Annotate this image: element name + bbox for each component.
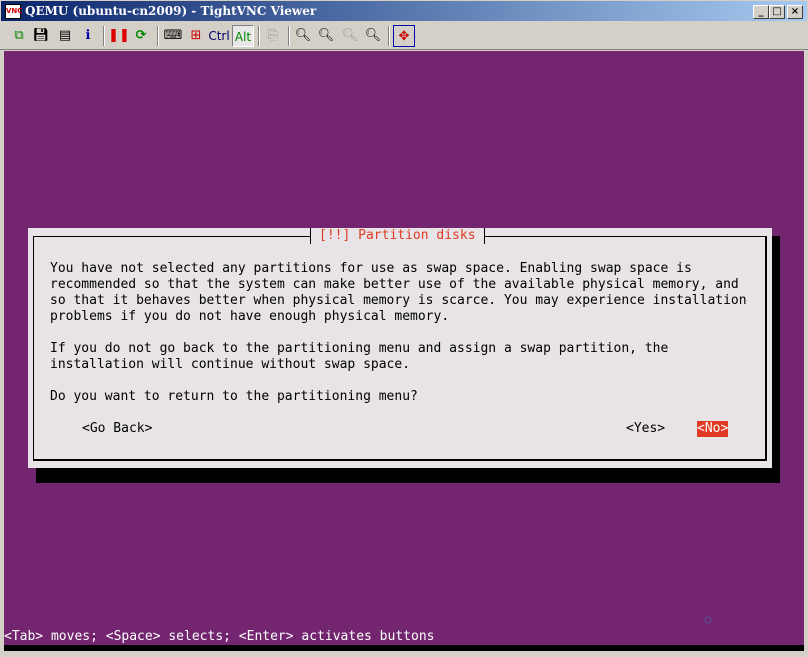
- minimize-button[interactable]: _: [753, 5, 769, 19]
- separator: [103, 26, 105, 46]
- close-button[interactable]: ×: [787, 5, 803, 19]
- window-title: QEMU (ubuntu-cn2009) - TightVNC Viewer: [25, 4, 317, 18]
- clipboard-icon[interactable]: ⎘: [262, 25, 284, 47]
- yes-button[interactable]: <Yes>: [626, 421, 665, 437]
- ctrl-button[interactable]: Ctrl: [207, 25, 231, 47]
- dialog-text: installation will continue without swap …: [50, 357, 411, 372]
- bottom-strip: [4, 645, 804, 651]
- no-button[interactable]: <No>: [697, 421, 729, 437]
- separator: [288, 26, 290, 46]
- dialog-title: [!!] Partition disks: [310, 228, 485, 244]
- separator: [157, 26, 159, 46]
- pause-icon[interactable]: ❚❚: [108, 25, 130, 47]
- options-icon[interactable]: ▤: [54, 25, 76, 47]
- fullscreen-icon[interactable]: ✥: [393, 25, 415, 47]
- separator: [258, 26, 260, 46]
- zoom-out-icon[interactable]: 🔍︎: [315, 25, 337, 47]
- dialog-frame: [!!] Partition disks You have not select…: [33, 228, 767, 461]
- dialog-text: You have not selected any partitions for…: [50, 261, 692, 276]
- go-back-button[interactable]: <Go Back>: [82, 421, 152, 437]
- partition-dialog: [!!] Partition disks You have not select…: [28, 228, 772, 468]
- dialog-text: If you do not go back to the partitionin…: [50, 341, 669, 356]
- status-line: <Tab> moves; <Space> selects; <Enter> ac…: [4, 629, 435, 644]
- separator: [388, 26, 390, 46]
- save-icon[interactable]: 💾︎: [30, 25, 52, 47]
- refresh-icon[interactable]: ⟳: [130, 25, 152, 47]
- dialog-text: so that it behaves better when physical …: [50, 293, 747, 308]
- dialog-question: Do you want to return to the partitionin…: [50, 389, 418, 404]
- alt-button[interactable]: Alt: [232, 25, 254, 47]
- maximize-button[interactable]: □: [769, 5, 785, 19]
- toolbar: ⧉ 💾︎ ▤ ℹ ❚❚ ⟳ ⌨ ⊞ Ctrl Alt ⎘ 🔍︎ 🔍︎ 🔍︎ 🔍︎…: [0, 22, 808, 50]
- info-icon[interactable]: ℹ: [77, 25, 99, 47]
- zoom-100-icon[interactable]: 🔍︎: [339, 25, 361, 47]
- watermark-logo: ◌: [704, 611, 713, 627]
- zoom-in-icon[interactable]: 🔍︎: [292, 25, 314, 47]
- dialog-text: recommended so that the system can make …: [50, 277, 739, 292]
- ctrl-alt-del-icon[interactable]: ⌨: [162, 25, 184, 47]
- zoom-auto-icon[interactable]: 🔍︎: [362, 25, 384, 47]
- windows-key-icon[interactable]: ⊞: [185, 25, 207, 47]
- title-bar: VNC QEMU (ubuntu-cn2009) - TightVNC View…: [0, 0, 808, 22]
- vnc-screen[interactable]: [!!] Partition disks You have not select…: [4, 51, 804, 651]
- dialog-text: problems if you do not have enough physi…: [50, 309, 450, 324]
- vnc-app-icon: VNC: [5, 4, 22, 19]
- new-connection-icon[interactable]: ⧉: [8, 25, 30, 47]
